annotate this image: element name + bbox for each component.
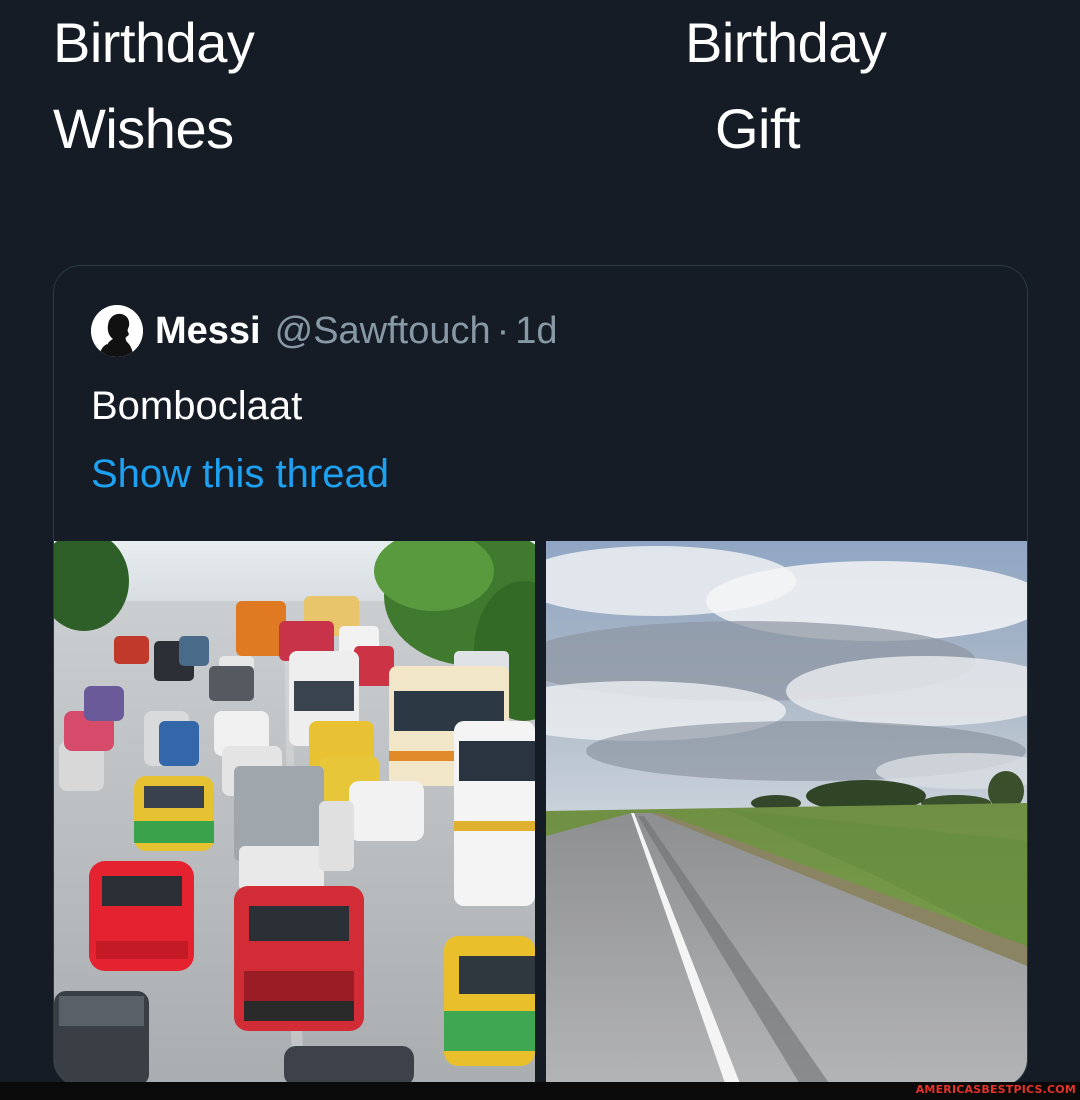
tweet-text: Bomboclaat: [91, 384, 303, 428]
tweet-header: Messi @Sawftouch · 1d: [91, 304, 558, 358]
caption-birthday-gift: Birthday Gift: [685, 0, 887, 172]
tweet-media: [54, 541, 1027, 1086]
tweet-separator: ·: [496, 309, 510, 352]
empty-road-photo[interactable]: [546, 541, 1027, 1086]
caption-right-line1: Birthday: [685, 11, 887, 74]
show-thread-link[interactable]: Show this thread: [91, 452, 389, 497]
watermark-text: AMERICASBESTPICS.COM: [915, 1083, 1076, 1096]
tweet-timestamp[interactable]: 1d: [515, 310, 557, 353]
traffic-jam-photo[interactable]: [54, 541, 535, 1086]
caption-right-line2: Gift: [715, 97, 801, 160]
caption-left-line1: Birthday: [53, 11, 255, 74]
tweet-display-name[interactable]: Messi: [155, 310, 261, 353]
caption-birthday-wishes: Birthday Wishes: [53, 0, 255, 172]
caption-left-line2: Wishes: [53, 97, 234, 160]
tweet-handle[interactable]: @Sawftouch: [275, 310, 491, 353]
silhouette-avatar-icon[interactable]: [91, 305, 143, 357]
quoted-tweet-card[interactable]: Messi @Sawftouch · 1d Bomboclaat Show th…: [53, 265, 1028, 1087]
